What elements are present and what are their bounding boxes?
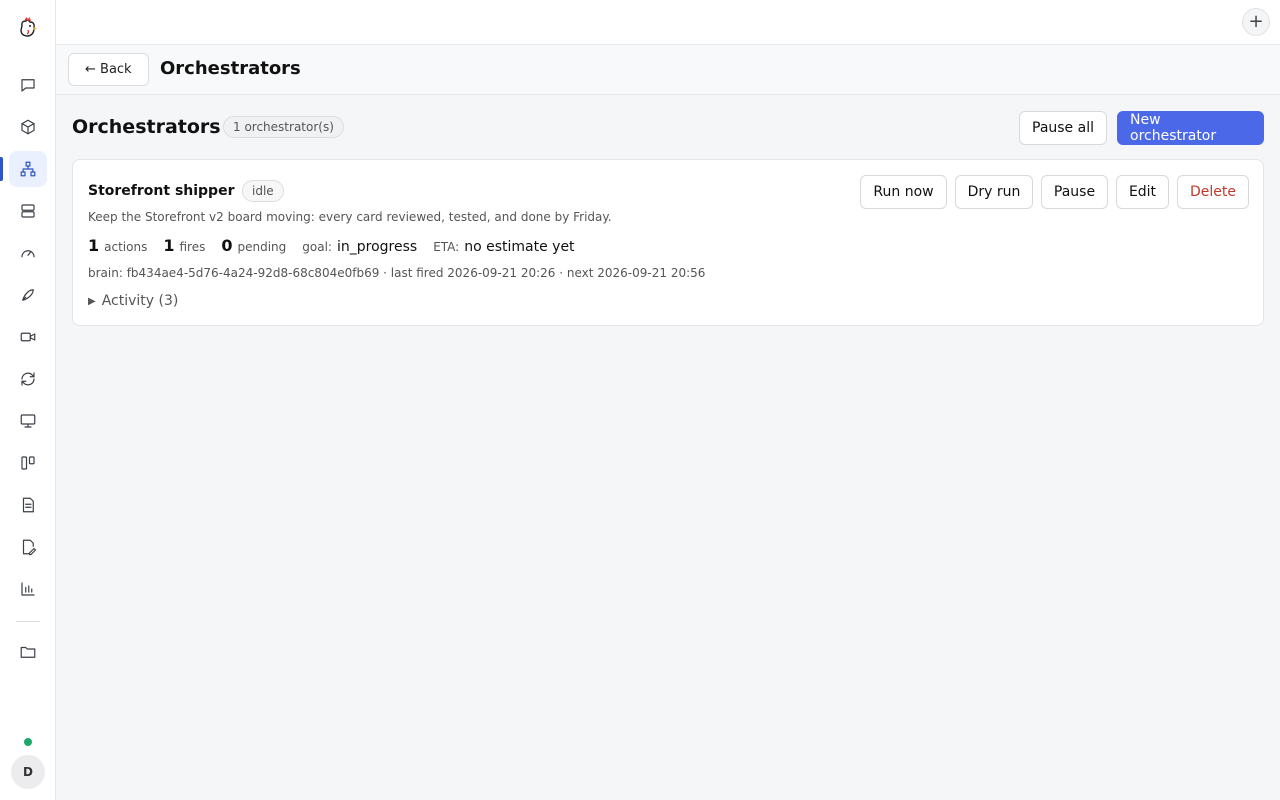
cube-icon (21, 119, 35, 135)
refresh-icon (21, 372, 35, 386)
pending-count: 0 (221, 236, 233, 255)
orchestrator-stats: 1 actions 1 fires 0 pending goal: in_pro… (88, 236, 591, 255)
top-bar: + (56, 0, 1280, 45)
pause-button[interactable]: Pause (1041, 175, 1108, 209)
folder-icon (20, 646, 36, 658)
section-title: Orchestrators (72, 116, 221, 138)
sidebar-item-documents[interactable] (9, 487, 47, 523)
document-icon (22, 497, 34, 513)
sidebar-divider (16, 621, 40, 622)
goal-key: goal: (302, 240, 332, 254)
delete-button[interactable]: Delete (1177, 175, 1249, 209)
add-button[interactable]: + (1242, 8, 1270, 36)
sidebar-item-orchestrators[interactable] (9, 151, 47, 187)
edit-button[interactable]: Edit (1116, 175, 1169, 209)
orchestrator-card: Storefront shipper idle Keep the Storefr… (72, 159, 1264, 326)
sidebar-item-deploy[interactable] (9, 277, 47, 313)
status-badge: idle (242, 180, 284, 202)
eta-key: ETA: (433, 240, 460, 254)
eta-value: no estimate yet (464, 239, 575, 255)
sidebar-item-analytics[interactable] (9, 571, 47, 607)
orchestrator-name: Storefront shipper (88, 183, 235, 199)
run-now-button[interactable]: Run now (860, 175, 947, 209)
chicken-logo-icon[interactable] (16, 16, 40, 41)
actions-count: 1 (88, 236, 100, 255)
back-button[interactable]: ← Back (68, 53, 149, 86)
page-title: Orchestrators (160, 58, 301, 79)
pause-all-button[interactable]: Pause all (1019, 111, 1107, 145)
rocket-icon (22, 289, 34, 301)
activity-toggle[interactable]: ▶ Activity (3) (88, 293, 178, 309)
orchestrator-description: Keep the Storefront v2 board moving: eve… (88, 210, 612, 224)
active-indicator (0, 157, 3, 181)
gauge-icon (21, 250, 35, 258)
count-badge: 1 orchestrator(s) (223, 116, 344, 138)
sidebar-item-desktop[interactable] (9, 403, 47, 439)
avatar[interactable]: D (11, 755, 45, 789)
online-status-dot (24, 738, 32, 746)
activity-label: Activity (3) (101, 293, 179, 309)
file-edit-icon (22, 539, 37, 556)
monitor-icon (20, 414, 36, 428)
new-orchestrator-button[interactable]: New orchestrator (1117, 111, 1264, 145)
chat-icon (21, 79, 35, 92)
orchestrator-meta: brain: fb434ae4-5d76-4a24-92d8-68c804e0f… (88, 266, 706, 280)
sidebar-item-edit-documents[interactable] (9, 529, 47, 565)
sidebar-item-board[interactable] (9, 445, 47, 481)
bar-chart-icon (21, 582, 35, 596)
sidebar-item-files[interactable] (9, 634, 47, 670)
fires-label: fires (179, 240, 206, 254)
sidebar-item-servers[interactable] (9, 193, 47, 229)
dry-run-button[interactable]: Dry run (955, 175, 1033, 209)
goal-value: in_progress (336, 239, 418, 255)
fires-count: 1 (163, 236, 175, 255)
sidebar-item-sync[interactable] (9, 361, 47, 397)
kanban-icon (21, 456, 35, 470)
server-icon (21, 204, 35, 218)
hierarchy-icon (20, 161, 36, 177)
page-header: ← Back Orchestrators (56, 45, 1280, 95)
pending-label: pending (237, 240, 287, 254)
actions-label: actions (104, 240, 148, 254)
sidebar-item-dashboard[interactable] (9, 235, 47, 271)
sidebar-item-packages[interactable] (9, 109, 47, 145)
video-icon (20, 332, 36, 342)
sidebar-item-recordings[interactable] (9, 319, 47, 355)
sidebar-item-chat[interactable] (9, 67, 47, 103)
caret-right-icon: ▶ (88, 295, 96, 307)
sidebar: D (0, 0, 56, 800)
